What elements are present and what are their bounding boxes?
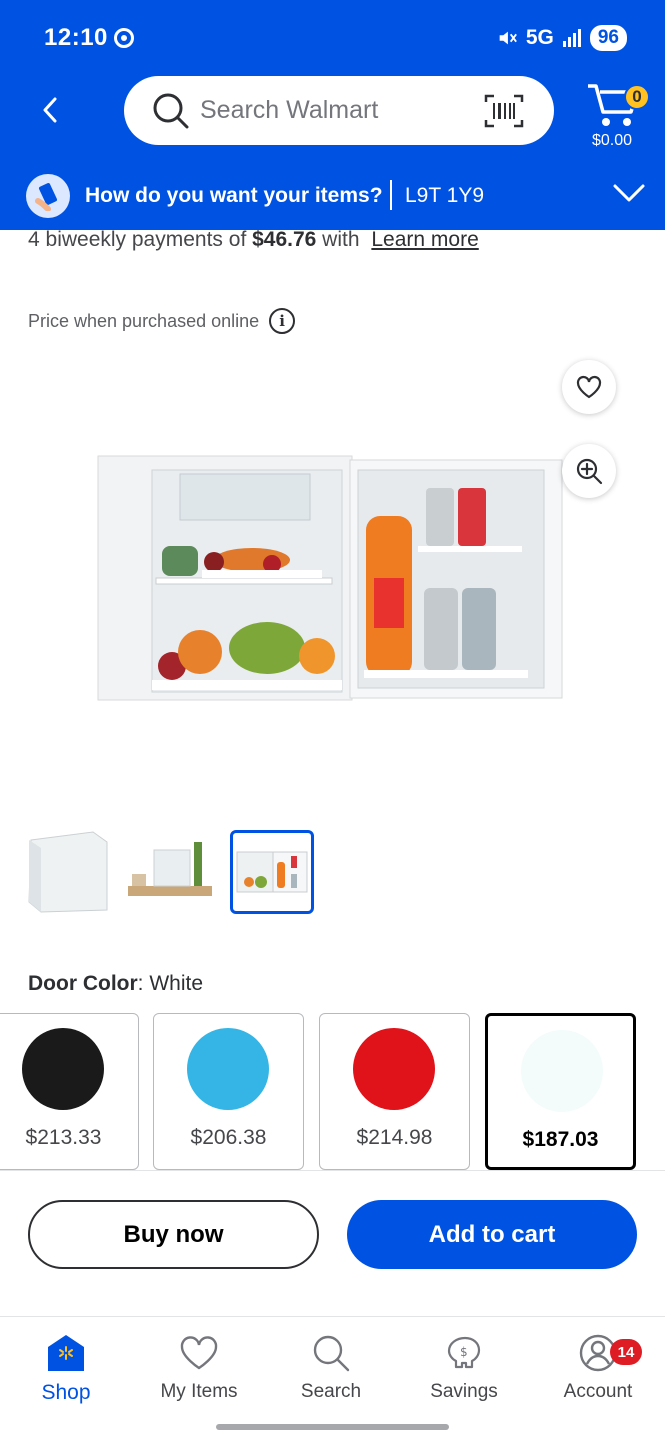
price-note-text: Price when purchased online xyxy=(28,310,260,331)
swatch-white[interactable]: $187.03 xyxy=(485,1013,636,1170)
door-color-value: White xyxy=(149,972,204,995)
battery-level: 96 xyxy=(589,25,627,51)
chevron-down-icon xyxy=(613,184,645,202)
learn-more-link[interactable]: Learn more xyxy=(371,228,478,251)
piggy-bank-icon: $ xyxy=(447,1336,481,1369)
swatch-red[interactable]: $214.98 xyxy=(319,1013,470,1170)
buy-now-button[interactable]: Buy now xyxy=(28,1200,319,1269)
nav-label: Savings xyxy=(430,1381,498,1402)
heart-icon xyxy=(180,1336,218,1370)
swatch-black[interactable]: $213.33 xyxy=(0,1013,139,1170)
delivery-prompt: How do you want your items? xyxy=(85,184,383,207)
payment-amount: $46.76 xyxy=(252,228,317,251)
delivery-selector[interactable]: How do you want your items? L9T 1Y9 xyxy=(0,166,665,230)
favorite-button[interactable] xyxy=(562,360,616,414)
heart-icon xyxy=(576,375,602,399)
info-icon[interactable]: i xyxy=(269,308,296,334)
search-input[interactable] xyxy=(200,90,470,130)
search-icon xyxy=(153,93,189,129)
shop-icon xyxy=(48,1335,84,1371)
swatch-blue[interactable]: $206.38 xyxy=(153,1013,304,1170)
swatch-price: $214.98 xyxy=(356,1126,433,1149)
app-header: 12:10 5G 96 0 $0.00 How do you want your… xyxy=(0,0,665,230)
account-badge: 14 xyxy=(610,1339,642,1365)
mini-fridge-image[interactable] xyxy=(92,448,572,710)
chevron-left-icon xyxy=(43,97,57,123)
payments-suffix: with xyxy=(316,228,360,251)
cart-total: $0.00 xyxy=(592,132,633,149)
nav-label: Search xyxy=(300,1381,362,1402)
nav-savings[interactable]: $ Savings xyxy=(404,1331,524,1403)
barcode-scan-icon[interactable] xyxy=(484,94,524,128)
nav-my-items[interactable]: My Items xyxy=(139,1331,259,1403)
purchase-action-bar: Buy now Add to cart xyxy=(0,1170,665,1316)
search-icon xyxy=(313,1335,350,1372)
door-color-label: Door Color: White xyxy=(28,972,204,995)
color-swatches: $213.33 $206.38 $214.98 $187.03 xyxy=(0,1013,665,1170)
status-time: 12:10 xyxy=(44,24,108,51)
zoom-button[interactable] xyxy=(562,444,616,498)
thumbnail-3[interactable] xyxy=(230,830,314,914)
notification-dot-icon xyxy=(114,28,134,48)
payments-prefix: 4 biweekly payments of xyxy=(28,228,253,251)
cart-count-badge: 0 xyxy=(624,84,650,110)
bottom-navigation: Shop My Items Search $ Savings 14 Accoun… xyxy=(0,1316,665,1440)
fridge-scene-thumbnail xyxy=(128,842,212,896)
zoom-in-icon xyxy=(576,458,603,485)
fridge-open-thumbnail xyxy=(236,851,308,893)
delivery-divider xyxy=(390,180,392,210)
thumbnail-2[interactable] xyxy=(128,830,212,914)
postal-code: L9T 1Y9 xyxy=(405,184,485,207)
color-dot-black xyxy=(22,1028,104,1110)
network-label: 5G xyxy=(525,26,554,49)
signal-icon xyxy=(562,29,581,47)
home-indicator xyxy=(216,1424,449,1430)
mute-icon xyxy=(499,31,517,45)
price-note: Price when purchased online i xyxy=(28,308,296,334)
fridge-closed-thumbnail xyxy=(28,831,108,913)
swatch-price: $206.38 xyxy=(190,1126,267,1149)
image-thumbnails xyxy=(26,830,314,914)
swatch-price: $213.33 xyxy=(25,1126,102,1149)
status-indicators: 5G 96 xyxy=(496,25,627,51)
swatch-price: $187.03 xyxy=(522,1128,599,1151)
installment-payments: 4 biweekly payments of $46.76 with Learn… xyxy=(28,228,479,252)
svg-text:$: $ xyxy=(460,1345,468,1359)
nav-label: My Items xyxy=(160,1381,238,1402)
nav-label: Shop xyxy=(41,1381,91,1404)
nav-label: Account xyxy=(563,1381,633,1402)
thumbnail-1[interactable] xyxy=(26,830,110,914)
search-bar[interactable] xyxy=(124,76,554,145)
door-color-name: Door Color xyxy=(28,972,138,995)
add-to-cart-button[interactable]: Add to cart xyxy=(347,1200,637,1269)
back-button[interactable] xyxy=(32,90,68,130)
color-dot-blue xyxy=(187,1028,269,1110)
color-dot-red xyxy=(353,1028,435,1110)
nav-shop[interactable]: Shop xyxy=(6,1331,126,1405)
color-dot-white xyxy=(521,1030,603,1112)
nav-account[interactable]: 14 Account xyxy=(538,1331,658,1403)
nav-search[interactable]: Search xyxy=(271,1331,391,1403)
cart-button[interactable]: 0 $0.00 xyxy=(584,80,654,154)
delivery-method-icon xyxy=(26,174,70,218)
